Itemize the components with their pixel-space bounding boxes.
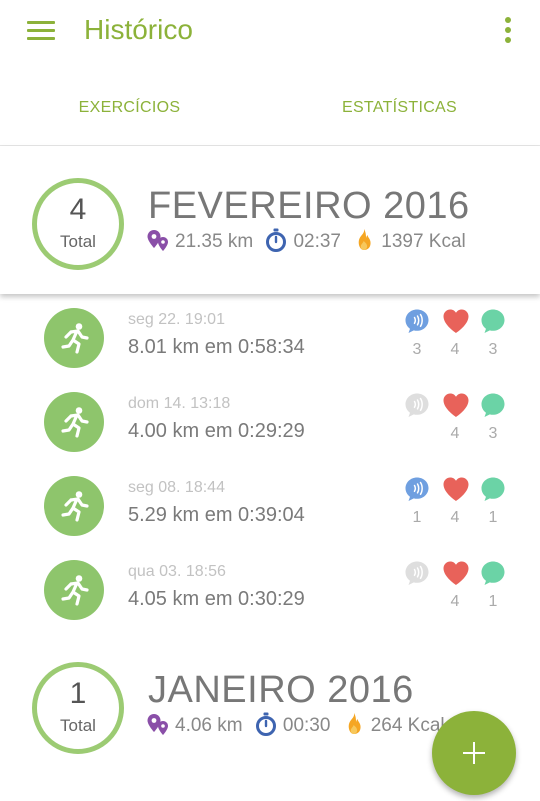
hamburger-menu-icon[interactable] [24,16,58,46]
exercise-row[interactable]: seg 22. 19:01 8.01 km em 0:58:34 3 4 3 [0,294,540,378]
tab-bar: EXERCÍCIOS ESTATÍSTICAS [0,62,540,207]
heart-icon[interactable] [442,392,469,418]
heart-icon[interactable] [442,308,469,334]
exercise-datetime: seg 08. 18:44 [128,479,225,496]
month-title: FEVEREIRO 2016 [148,185,470,227]
pep-talk-icon[interactable] [404,392,430,418]
likes-count: 4 [450,341,460,358]
bumps-count: 3 [412,341,422,358]
map-pin-distance-icon [146,228,170,252]
distance-value: 4.06 km [175,715,243,736]
flame-icon [342,712,366,736]
running-person-icon [44,560,104,620]
comments-count: 1 [488,593,498,610]
running-person-icon [44,392,104,452]
app-bar: Histórico [0,0,540,62]
month-stats: 21.35 km 02:37 1397 Kcal [146,228,472,260]
exercise-row[interactable]: seg 08. 18:44 5.29 km em 0:39:04 1 4 1 [0,462,540,546]
distance-value: 21.35 km [175,231,254,252]
exercise-datetime: seg 22. 19:01 [128,311,225,328]
add-exercise-button[interactable] [432,711,516,795]
duration-value: 02:37 [293,231,341,252]
month-header-february[interactable]: 4 Total FEVEREIRO 2016 21.35 km 02:37 13… [0,146,540,294]
exercise-row[interactable]: dom 14. 13:18 4.00 km em 0:29:29 4 3 [0,378,540,462]
pep-talk-icon[interactable] [404,476,430,502]
duration-value: 00:30 [282,715,331,736]
exercise-list: seg 22. 19:01 8.01 km em 0:58:34 3 4 3 d… [0,294,540,648]
running-person-icon [44,308,104,368]
exercise-datetime: qua 03. 18:56 [128,563,226,580]
tab-exercicios[interactable]: EXERCÍCIOS [0,62,259,146]
comment-bubble-icon[interactable] [480,308,506,334]
total-count: 1 [69,677,87,710]
total-label: Total [60,232,96,251]
stopwatch-icon [264,228,288,252]
heart-icon[interactable] [442,560,469,586]
exercise-summary: 4.00 km em 0:29:29 [128,420,305,442]
exercise-summary: 4.05 km em 0:30:29 [128,588,305,610]
comment-bubble-icon[interactable] [480,560,506,586]
total-label: Total [60,716,96,735]
comments-count: 3 [488,425,498,442]
exercise-summary: 8.01 km em 0:58:34 [128,336,305,358]
pep-talk-icon[interactable] [404,560,430,586]
more-vert-icon[interactable] [496,14,520,46]
page-title: Histórico [84,14,193,45]
flame-icon [352,228,376,252]
likes-count: 4 [450,425,460,442]
likes-count: 4 [450,593,460,610]
likes-count: 4 [450,509,460,526]
comments-count: 3 [488,341,498,358]
running-person-icon [44,476,104,536]
bumps-count: 1 [412,509,422,526]
month-stats: 4.06 km 00:30 264 Kcal [146,712,451,744]
comment-bubble-icon[interactable] [480,392,506,418]
calories-value: 264 Kcal [370,715,445,736]
map-pin-distance-icon [146,712,170,736]
comment-bubble-icon[interactable] [480,476,506,502]
pep-talk-icon[interactable] [404,308,430,334]
exercise-row[interactable]: qua 03. 18:56 4.05 km em 0:30:29 4 1 [0,546,540,630]
month-title: JANEIRO 2016 [148,669,414,711]
exercise-datetime: dom 14. 13:18 [128,395,231,412]
total-count: 4 [69,193,87,226]
total-count-ring: 4 Total [32,178,124,270]
heart-icon[interactable] [442,476,469,502]
stopwatch-icon [254,712,278,736]
exercise-summary: 5.29 km em 0:39:04 [128,504,305,526]
total-count-ring: 1 Total [32,662,124,754]
calories-value: 1397 Kcal [381,231,466,252]
tab-estatisticas[interactable]: ESTATÍSTICAS [270,62,529,146]
comments-count: 1 [488,509,498,526]
